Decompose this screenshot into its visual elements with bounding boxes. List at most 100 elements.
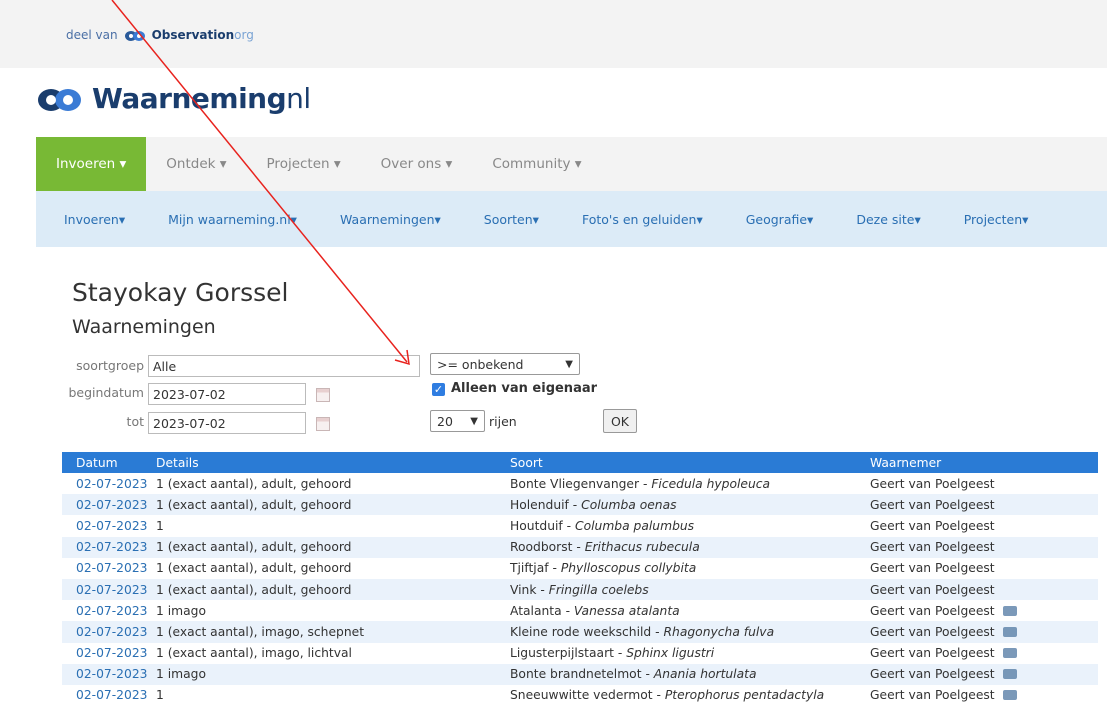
row-date[interactable]: 02-07-2023: [62, 643, 152, 664]
table-header-row: Datum Details Soort Waarnemer: [62, 452, 1098, 473]
species-scientific: Ficedula hypoleuca: [651, 476, 771, 491]
observer-name: Geert van Poelgeest: [870, 688, 995, 703]
row-species[interactable]: Bonte brandnetelmot - Anania hortulata: [496, 663, 856, 685]
camera-icon[interactable]: [1002, 690, 1017, 701]
row-species[interactable]: Holenduif - Columba oenas: [496, 494, 856, 516]
row-date[interactable]: 02-07-2023: [62, 685, 152, 706]
row-observer[interactable]: Geert van Poelgeest: [856, 685, 1098, 706]
subnav-waarnemingen[interactable]: Waarnemingen▾: [340, 212, 441, 227]
table-row[interactable]: 02-07-2023 1 (exact aantal), adult, gehoo…: [62, 578, 1098, 601]
row-observer[interactable]: Geert van Poelgeest: [856, 643, 1098, 664]
species-name: Roodborst: [510, 540, 573, 555]
row-observer[interactable]: Geert van Poelgeest: [856, 578, 1098, 601]
row-species[interactable]: Vink - Fringilla coelebs: [496, 578, 856, 601]
row-species[interactable]: Roodborst - Erithacus rubecula: [496, 536, 856, 558]
row-species[interactable]: Houtduif - Columba palumbus: [496, 515, 856, 536]
rows-select[interactable]: 20 ▼: [430, 410, 485, 432]
col-soort[interactable]: Soort: [496, 452, 856, 473]
row-details: 1 (exact aantal), adult, gehoord: [152, 578, 496, 601]
begindatum-input[interactable]: 2023-07-02: [148, 383, 306, 405]
row-observer[interactable]: Geert van Poelgeest: [856, 621, 1098, 643]
table-row[interactable]: 02-07-2023 1 imago Atalanta - Vanessa atal…: [62, 600, 1098, 621]
nav-invoeren[interactable]: Invoeren ▾: [36, 137, 147, 191]
row-date[interactable]: 02-07-2023: [62, 600, 152, 621]
calendar-icon[interactable]: [316, 417, 330, 431]
row-details: 1 (exact aantal), adult, gehoord: [156, 561, 352, 576]
soortgroep-field[interactable]: Alle: [148, 355, 420, 377]
species-name: Bonte brandnetelmot: [510, 667, 642, 682]
row-details: 1 imago: [156, 603, 206, 618]
species-scientific: Fringilla coelebs: [548, 582, 649, 597]
calendar-icon[interactable]: [316, 388, 330, 402]
table-row[interactable]: 02-07-2023 1 (exact aantal), adult, gehoo…: [62, 558, 1098, 579]
row-observer[interactable]: Geert van Poelgeest: [856, 663, 1098, 685]
subnav-fotos-geluiden[interactable]: Foto's en geluiden▾: [582, 212, 703, 227]
subnav-invoeren[interactable]: Invoeren▾: [64, 212, 125, 227]
row-observer[interactable]: Geert van Poelgeest: [856, 494, 1098, 516]
primary-nav: Invoeren ▾ Ontdek ▾ Projecten ▾ Over ons…: [36, 137, 1107, 191]
subnav-geografie[interactable]: Geografie▾: [746, 212, 814, 227]
row-date[interactable]: 02-07-2023: [62, 473, 152, 494]
table-row[interactable]: 02-07-2023 1 Houtduif - Columba palumbus Ge…: [62, 515, 1098, 536]
table-row[interactable]: 02-07-2023 1 (exact aantal), imago, licht…: [62, 643, 1098, 664]
row-species[interactable]: Bonte Vliegenvanger - Ficedula hypoleuca: [496, 473, 856, 494]
camera-icon[interactable]: [1002, 626, 1017, 637]
table-row[interactable]: 02-07-2023 1 (exact aantal), adult, gehoo…: [62, 494, 1098, 516]
subnav-mijn-waarneming[interactable]: Mijn waarneming.nl▾: [168, 212, 297, 227]
species-name: Vink: [510, 582, 537, 597]
row-date[interactable]: 02-07-2023: [62, 621, 152, 643]
col-datum[interactable]: Datum: [62, 452, 152, 473]
row-observer[interactable]: Geert van Poelgeest: [856, 473, 1098, 494]
row-details: 1: [156, 688, 164, 703]
row-species[interactable]: Kleine rode weekschild - Rhagonycha fulv…: [496, 621, 856, 643]
camera-icon[interactable]: [1002, 648, 1017, 659]
nav-over-ons[interactable]: Over ons ▾: [361, 137, 473, 191]
row-date[interactable]: 02-07-2023: [62, 536, 152, 558]
species-name: Tjiftjaf: [510, 561, 549, 576]
observer-name: Geert van Poelgeest: [870, 582, 995, 597]
ok-button[interactable]: OK: [603, 409, 637, 433]
table-row[interactable]: 02-07-2023 1 (exact aantal), adult, gehoo…: [62, 473, 1098, 494]
row-species[interactable]: Atalanta - Vanessa atalanta: [496, 600, 856, 621]
row-date[interactable]: 02-07-2023: [62, 578, 152, 601]
species-scientific: Rhagonycha fulva: [663, 624, 775, 639]
table-row[interactable]: 02-07-2023 1 (exact aantal), adult, gehoo…: [62, 536, 1098, 558]
row-observer[interactable]: Geert van Poelgeest: [856, 558, 1098, 579]
nav-projecten[interactable]: Projecten ▾: [247, 137, 361, 191]
table-row[interactable]: 02-07-2023 1 (exact aantal), imago, schep…: [62, 621, 1098, 643]
row-species[interactable]: Ligusterpijlstaart - Sphinx ligustri: [496, 643, 856, 664]
camera-icon[interactable]: [1002, 669, 1017, 680]
tot-input[interactable]: 2023-07-02: [148, 412, 306, 434]
observation-brand: Observationorg: [151, 28, 254, 42]
subnav-soorten[interactable]: Soorten▾: [484, 212, 539, 227]
row-observer[interactable]: Geert van Poelgeest: [856, 536, 1098, 558]
site-logo[interactable]: Waarnemingnl: [36, 82, 311, 115]
chevron-down-icon: ▼: [565, 358, 573, 370]
eigenaar-checkbox[interactable]: ✓: [432, 383, 445, 396]
row-date[interactable]: 02-07-2023: [62, 494, 152, 516]
row-date[interactable]: 02-07-2023: [62, 558, 152, 579]
species-scientific: Sphinx ligustri: [626, 646, 715, 661]
row-observer[interactable]: Geert van Poelgeest: [856, 600, 1098, 621]
col-details[interactable]: Details: [152, 452, 496, 473]
row-observer[interactable]: Geert van Poelgeest: [856, 515, 1098, 536]
table-row[interactable]: 02-07-2023 1 Sneeuwwitte vedermot - Pterop…: [62, 685, 1098, 706]
observation-link[interactable]: deel van Observationorg: [66, 28, 254, 42]
row-date[interactable]: 02-07-2023: [62, 515, 152, 536]
zekerheid-select[interactable]: >= onbekend ▼: [430, 353, 580, 375]
secondary-nav: Invoeren▾ Mijn waarneming.nl▾ Waarneming…: [36, 191, 1107, 247]
species-scientific: Vanessa atalanta: [573, 603, 680, 618]
camera-icon[interactable]: [1002, 605, 1017, 616]
soortgroep-label: soortgroep: [76, 358, 144, 373]
nav-community[interactable]: Community ▾: [472, 137, 601, 191]
deel-van-text: deel van: [66, 28, 118, 42]
table-row[interactable]: 02-07-2023 1 imago Bonte brandnetelmot - A…: [62, 663, 1098, 685]
nav-ontdek[interactable]: Ontdek ▾: [146, 137, 246, 191]
row-date[interactable]: 02-07-2023: [62, 663, 152, 685]
row-species[interactable]: Sneeuwwitte vedermot - Pterophorus penta…: [496, 685, 856, 706]
col-waarnemer[interactable]: Waarnemer: [856, 452, 1098, 473]
subnav-deze-site[interactable]: Deze site▾: [856, 212, 920, 227]
subnav-projecten[interactable]: Projecten▾: [964, 212, 1029, 227]
row-species[interactable]: Tjiftjaf - Phylloscopus collybita: [496, 558, 856, 579]
observations-table: Datum Details Soort Waarnemer 02-07-2023…: [62, 452, 1098, 706]
